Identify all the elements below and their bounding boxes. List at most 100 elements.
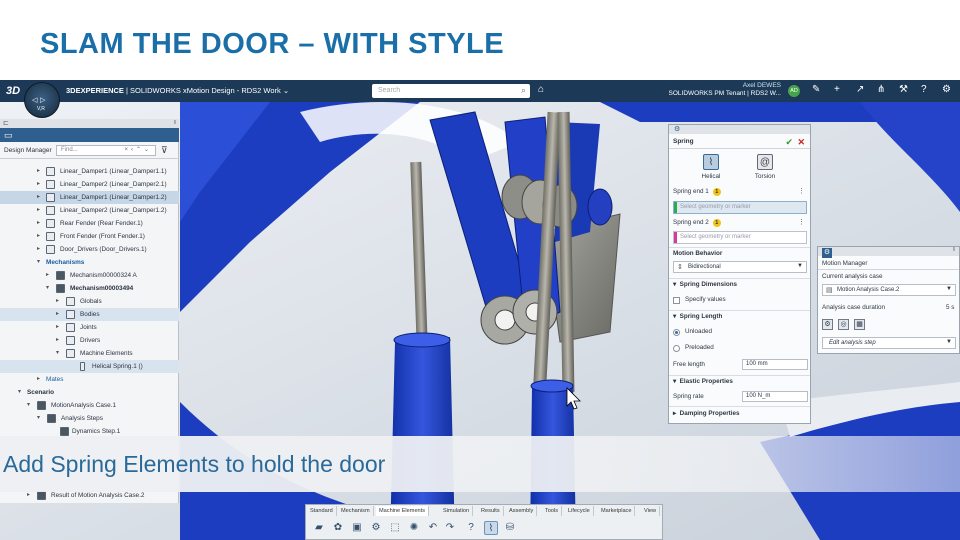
tree-item-scenario[interactable]: ▾ Scenario bbox=[0, 386, 179, 399]
free-length-input[interactable]: 100 mm bbox=[742, 359, 808, 370]
add-icon[interactable]: + bbox=[834, 84, 840, 96]
network-icon[interactable]: ⋔ bbox=[877, 84, 885, 96]
tree-item[interactable]: ▸ Drivers bbox=[0, 334, 179, 347]
tree-item[interactable]: ▾ Analysis Steps bbox=[0, 412, 179, 425]
tab-results[interactable]: Results bbox=[478, 506, 504, 516]
gear-icon[interactable]: ✿ bbox=[331, 521, 345, 535]
tree-item[interactable]: ▸ Door_Drivers (Door_Drivers.1) bbox=[0, 243, 179, 256]
tab-assembly[interactable]: Assembly bbox=[506, 506, 538, 516]
tab-simulation[interactable]: Simulation bbox=[440, 506, 474, 516]
collapse-icon[interactable]: ▾ bbox=[27, 399, 30, 412]
measure-icon[interactable]: ⬚ bbox=[388, 521, 402, 535]
close-icon[interactable]: ı bbox=[953, 246, 955, 253]
motion-behavior-select[interactable]: ⇕ Bidirectional ▼ bbox=[673, 261, 807, 273]
spring-dimensions-section[interactable]: ▾ Spring Dimensions bbox=[673, 281, 737, 288]
collapse-icon[interactable]: ▾ bbox=[56, 347, 59, 360]
expand-icon[interactable]: ▸ bbox=[56, 334, 59, 347]
tree-item-mates[interactable]: ▸ Mates bbox=[0, 373, 179, 386]
ok-check-icon[interactable]: ✔ bbox=[785, 137, 793, 148]
tree-item[interactable]: ▸ Linear_Damper1 (Linear_Damper1.1) bbox=[0, 165, 179, 178]
tree-item[interactable]: ▸ Rear Fender (Rear Fender.1) bbox=[0, 217, 179, 230]
help-icon[interactable]: ? bbox=[464, 521, 478, 535]
help-icon[interactable]: ? bbox=[921, 84, 927, 96]
expand-icon[interactable]: ▸ bbox=[56, 308, 59, 321]
tree-item-mechanisms[interactable]: ▾ Mechanisms bbox=[0, 256, 179, 269]
redo-icon[interactable]: ↷ bbox=[443, 521, 457, 535]
tree-item[interactable]: ▸ Bodies bbox=[0, 308, 179, 321]
end2-more-icon[interactable]: ⋮ bbox=[798, 218, 805, 226]
expand-icon[interactable]: ▸ bbox=[37, 243, 40, 256]
spring-length-section[interactable]: ▾ Spring Length bbox=[673, 313, 722, 320]
compass-icon[interactable]: ◁ ▷ V,R bbox=[24, 82, 60, 118]
share-icon[interactable]: ↗ bbox=[856, 84, 864, 96]
settings-icon[interactable]: ⚙ bbox=[942, 84, 951, 96]
damper-icon[interactable]: ⛁ bbox=[503, 521, 517, 535]
edit-step-select[interactable]: Edit analysis step ▼ bbox=[822, 337, 956, 349]
expand-icon[interactable]: ▸ bbox=[56, 321, 59, 334]
spring-end1-input[interactable]: Select geometry or marker bbox=[673, 201, 807, 214]
avatar[interactable]: AD bbox=[788, 85, 800, 97]
tree-item[interactable]: ▸ Globals bbox=[0, 295, 179, 308]
close-icon[interactable]: ✕ bbox=[797, 137, 805, 148]
elastic-properties-section[interactable]: ▾ Elastic Properties bbox=[673, 378, 733, 385]
expand-icon[interactable]: ▸ bbox=[56, 295, 59, 308]
tab-tools[interactable]: Tools bbox=[542, 506, 563, 516]
collapse-icon[interactable]: ▾ bbox=[46, 282, 49, 295]
tree-find-input[interactable]: Find... ×‹⌃⌄ bbox=[56, 145, 156, 156]
tree-item[interactable]: ▾ MotionAnalysis Case.1 bbox=[0, 399, 179, 412]
tree-item[interactable]: ▸ Joints bbox=[0, 321, 179, 334]
tree-item-helical-spring[interactable]: Helical Spring.1 () bbox=[0, 360, 179, 373]
run-analysis-icon[interactable]: ◎ bbox=[838, 319, 849, 330]
tree-item[interactable]: ▸ Mechanism00000324 A bbox=[0, 269, 179, 282]
spring-icon[interactable]: ⌇ bbox=[484, 521, 498, 535]
tab-machine-elements[interactable]: Machine Elements bbox=[376, 506, 430, 516]
torsion-type-button[interactable]: @ Torsion bbox=[745, 154, 785, 180]
expand-icon[interactable]: ▸ bbox=[37, 373, 40, 386]
save-icon[interactable]: ▣ bbox=[350, 521, 364, 535]
tree-collapse-icon[interactable]: ⊏ bbox=[3, 119, 9, 127]
unloaded-radio[interactable] bbox=[673, 329, 680, 336]
analysis-settings-icon[interactable]: ⚙ bbox=[822, 319, 833, 330]
current-case-select[interactable]: ▤ Motion Analysis Case.2 ▼ bbox=[822, 284, 956, 296]
helical-type-button[interactable]: ⌇ Helical bbox=[691, 154, 731, 180]
user-info[interactable]: Axel DEWES SOLIDWORKS PM Tenant | RDS2 W… bbox=[646, 82, 781, 98]
tree-item[interactable]: ▸ Linear_Damper1 (Linear_Damper1.2) bbox=[0, 191, 179, 204]
tree-item[interactable]: ▸ Linear_Damper2 (Linear_Damper2.1) bbox=[0, 178, 179, 191]
filter-icon[interactable]: ⊽ bbox=[161, 145, 168, 156]
tab-standard[interactable]: Standard bbox=[307, 506, 337, 516]
tree-item[interactable]: ▾ Mechanism00003494 bbox=[0, 282, 179, 295]
tree-item[interactable]: ▾ Machine Elements bbox=[0, 347, 179, 360]
preloaded-radio[interactable] bbox=[673, 345, 680, 352]
tree-pin-icon[interactable]: ı bbox=[174, 119, 176, 126]
tool-icon[interactable]: ▰ bbox=[312, 521, 326, 535]
results-icon[interactable]: ▦ bbox=[854, 319, 865, 330]
spring-rate-input[interactable]: 100 N_m bbox=[742, 391, 808, 402]
undo-icon[interactable]: ↶ bbox=[426, 521, 440, 535]
tag-icon[interactable]: ⌂ bbox=[538, 84, 544, 95]
end1-more-icon[interactable]: ⋮ bbox=[798, 187, 805, 195]
spring-end2-input[interactable]: Select geometry or marker bbox=[673, 231, 807, 244]
collapse-icon[interactable]: ▾ bbox=[37, 256, 40, 269]
expand-icon[interactable]: ▸ bbox=[37, 165, 40, 178]
search-icon[interactable]: ⌕ bbox=[521, 85, 526, 96]
tools-icon[interactable]: ⚒ bbox=[899, 84, 908, 96]
expand-icon[interactable]: ▸ bbox=[37, 178, 40, 191]
collapse-icon[interactable]: ▾ bbox=[37, 412, 40, 425]
tab-marketplace[interactable]: Marketplace bbox=[598, 506, 636, 516]
tree-item[interactable]: ▸ Linear_Damper2 (Linear_Damper1.2) bbox=[0, 204, 179, 217]
app-title[interactable]: 3DEXPERIENCE | SOLIDWORKS xMotion Design… bbox=[66, 86, 289, 95]
specify-values-checkbox[interactable] bbox=[673, 297, 680, 304]
tab-lifecycle[interactable]: Lifecycle bbox=[565, 506, 594, 516]
component-icon[interactable]: ⚙ bbox=[369, 521, 383, 535]
collapse-icon[interactable]: ▾ bbox=[18, 386, 21, 399]
search-input[interactable]: Search ⌕ bbox=[372, 84, 530, 98]
expand-icon[interactable]: ▸ bbox=[46, 269, 49, 282]
expand-icon[interactable]: ▸ bbox=[37, 217, 40, 230]
expand-icon[interactable]: ▸ bbox=[37, 204, 40, 217]
tree-mode-icon[interactable]: ▭ bbox=[4, 130, 13, 141]
tree-item[interactable]: ▸ Front Fender (Front Fender.1) bbox=[0, 230, 179, 243]
find-nav-icons[interactable]: ×‹⌃⌄ bbox=[124, 146, 152, 153]
settings-icon[interactable]: ✺ bbox=[407, 521, 421, 535]
tab-mechanism[interactable]: Mechanism bbox=[338, 506, 374, 516]
expand-icon[interactable]: ▸ bbox=[37, 230, 40, 243]
